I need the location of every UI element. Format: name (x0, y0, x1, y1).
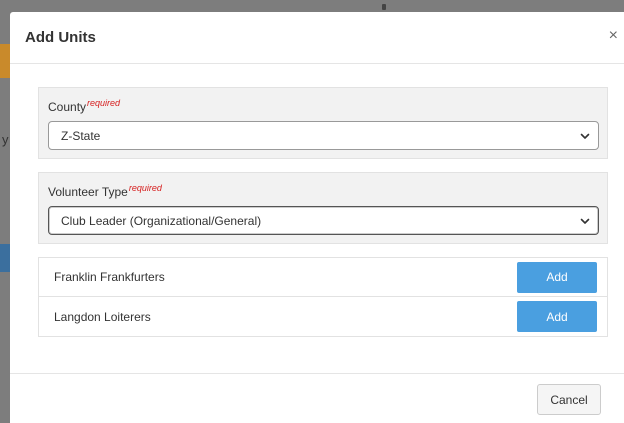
modal-header: Add Units × (10, 12, 624, 64)
unit-row: Franklin Frankfurters Add (39, 258, 607, 297)
county-select[interactable]: Z-State (48, 121, 599, 150)
county-label-text: County (48, 100, 87, 114)
unit-name: Franklin Frankfurters (54, 270, 165, 284)
background-blue-element (0, 244, 10, 272)
county-field-panel: Countyrequired Z-State (38, 87, 608, 159)
unit-name: Langdon Loiterers (54, 309, 151, 324)
add-unit-button[interactable]: Add (517, 301, 597, 332)
volunteer-type-field-panel: Volunteer Typerequired Club Leader (Orga… (38, 172, 608, 244)
background-orange-element (0, 44, 10, 78)
add-units-modal: Add Units × Countyrequired Z-State Volun… (10, 12, 624, 423)
unit-row: Langdon Loiterers Add (39, 297, 607, 336)
volunteer-type-select[interactable]: Club Leader (Organizational/General) (48, 206, 599, 235)
modal-footer: Cancel (10, 373, 624, 423)
background-text-fragment: y (2, 132, 9, 147)
modal-body: Countyrequired Z-State Volunteer Typereq… (10, 64, 624, 337)
chevron-down-icon (580, 133, 590, 139)
cancel-button[interactable]: Cancel (537, 384, 601, 415)
units-list: Franklin Frankfurters Add Langdon Loiter… (38, 257, 608, 337)
volunteer-type-label-text: Volunteer Type (48, 185, 128, 199)
chevron-down-icon (580, 218, 590, 224)
close-icon[interactable]: × (609, 28, 618, 44)
modal-title: Add Units (25, 29, 96, 46)
county-select-value: Z-State (61, 128, 101, 143)
add-unit-button[interactable]: Add (517, 261, 597, 293)
county-label: Countyrequired (48, 98, 598, 114)
volunteer-type-required-marker: required (128, 183, 162, 193)
volunteer-type-select-value: Club Leader (Organizational/General) (61, 213, 262, 228)
background-dot (382, 4, 386, 10)
volunteer-type-label: Volunteer Typerequired (48, 183, 598, 199)
county-required-marker: required (87, 98, 121, 108)
